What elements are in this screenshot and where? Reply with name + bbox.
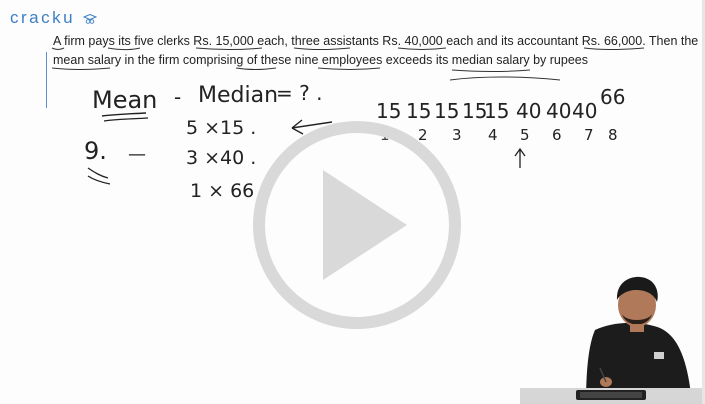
video-frame[interactable]: cracku A firm pays its five clerks Rs. 1… [0, 0, 705, 404]
median-arrow-icon [514, 147, 526, 168]
position-number: 8 [608, 126, 618, 144]
nine-count: 9. [84, 137, 107, 165]
sorted-value: 40 [546, 99, 571, 123]
play-button[interactable] [247, 120, 467, 330]
question-underlines [51, 47, 645, 81]
sorted-values: 15 15 15 1515 40 40 4066 [376, 85, 625, 123]
nine-dash: — [128, 144, 146, 165]
row-5x15: 5 ×15 . [186, 117, 256, 139]
sorted-value: 40 [572, 99, 597, 123]
equals-question: = ? . [276, 81, 322, 105]
position-number: 6 [552, 126, 562, 144]
position-number: 7 [584, 126, 594, 144]
row-3x40: 3 ×40 . [186, 147, 256, 169]
median-label: Median [198, 83, 278, 108]
row-1x66: 1 × 66 [190, 180, 254, 202]
mean-label: Mean [92, 86, 157, 114]
position-number: 4 [488, 126, 498, 144]
sorted-value: 15 [484, 99, 509, 123]
presenter [520, 276, 702, 404]
position-number: 5 [520, 126, 530, 144]
sorted-value: 66 [600, 85, 625, 109]
sorted-value: 40 [516, 99, 541, 123]
dash-mark: - [174, 85, 181, 109]
